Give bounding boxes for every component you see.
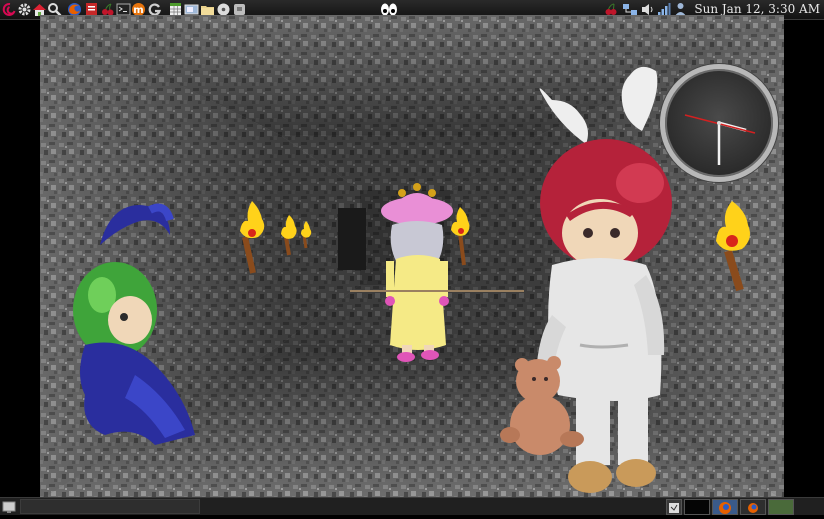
clock-center bbox=[717, 121, 721, 125]
empty-workspace-icon[interactable] bbox=[768, 499, 794, 515]
bottom-panel bbox=[0, 497, 824, 515]
taskbar-empty-slot[interactable] bbox=[20, 499, 200, 514]
debian-swirl-icon[interactable] bbox=[2, 2, 17, 17]
gear-icon[interactable] bbox=[17, 2, 32, 17]
window-thumbnail-icon[interactable] bbox=[666, 499, 682, 515]
character-pink-hat-girl[interactable] bbox=[381, 183, 453, 362]
workspace-1[interactable] bbox=[684, 499, 710, 515]
analog-clock-widget[interactable] bbox=[660, 64, 778, 182]
far-doorway bbox=[338, 208, 366, 270]
firefox-thumbnail-icon[interactable] bbox=[740, 499, 766, 515]
desktop-icon[interactable] bbox=[2, 499, 16, 513]
firefox-thumbnail-icon[interactable] bbox=[712, 499, 738, 515]
